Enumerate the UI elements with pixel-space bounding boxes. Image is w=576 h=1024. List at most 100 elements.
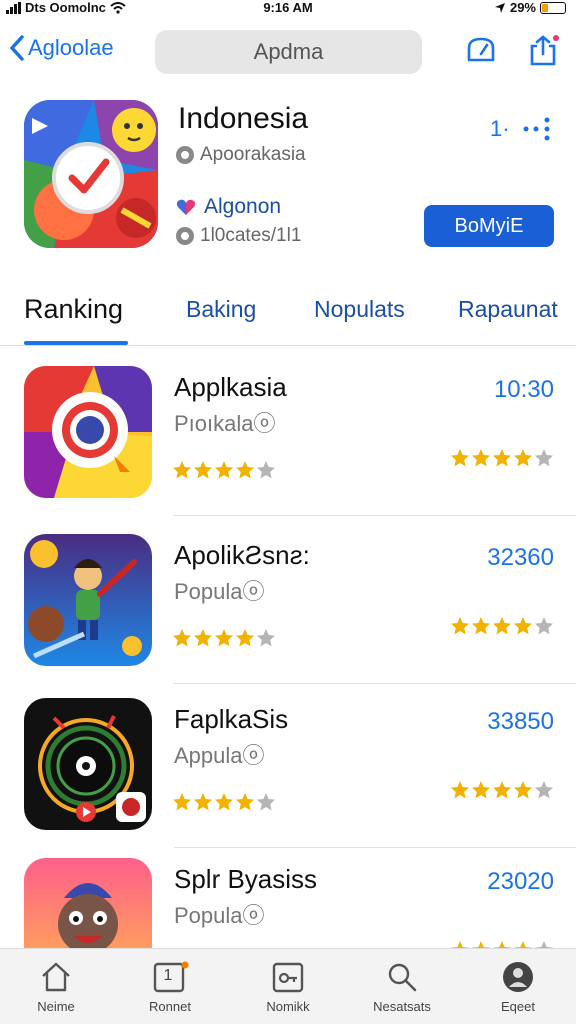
tabbar-label: Nesatsats bbox=[373, 999, 431, 1014]
get-button[interactable]: BoMyiE bbox=[424, 205, 554, 247]
star-filled-icon bbox=[236, 793, 254, 811]
star-filled-icon bbox=[472, 449, 490, 467]
app-subtitle: Apoorakasia bbox=[200, 144, 306, 165]
rating-stars-right bbox=[450, 448, 554, 468]
rating-stars-right bbox=[450, 780, 554, 800]
star-empty-icon bbox=[257, 793, 275, 811]
adventure-game-icon bbox=[24, 534, 152, 666]
tabbar-label: Ronnet bbox=[149, 999, 191, 1014]
app-count: 1l0cates/1l1 bbox=[200, 225, 302, 246]
item-category: Pıoıkalaⓞ bbox=[174, 411, 276, 436]
calendar-badge: 1 bbox=[163, 967, 173, 984]
tabbar-item-ronnet[interactable]: 1 Ronnet bbox=[120, 961, 220, 1014]
back-label: Agloolae bbox=[28, 35, 114, 60]
rating-stars-right bbox=[450, 616, 554, 636]
star-filled-icon bbox=[514, 781, 532, 799]
star-filled-icon bbox=[236, 629, 254, 647]
search-icon bbox=[388, 963, 417, 992]
gauge-icon[interactable] bbox=[464, 34, 498, 68]
list-item[interactable]: Applkasia Pıoıkalaⓞ 10:30 bbox=[0, 348, 576, 516]
category-icon bbox=[176, 146, 194, 164]
segment-tabs: Ranking Baking Nopulats Rapaunat bbox=[0, 290, 576, 346]
star-filled-icon bbox=[451, 617, 469, 635]
tabbar-item-nomikk[interactable]: Nomikk bbox=[238, 961, 338, 1014]
status-time: 9:16 AM bbox=[263, 0, 313, 15]
app-title: Indonesia bbox=[178, 102, 309, 135]
star-filled-icon bbox=[215, 793, 233, 811]
list-item[interactable]: FaplkaSis Appulaⓞ 33850 bbox=[0, 680, 576, 848]
bottom-tab-bar: Neime 1 Ronnet Nomikk Nesatsats Eqeet bbox=[0, 948, 576, 1024]
tabbar-item-profile[interactable]: Eqeet bbox=[468, 961, 568, 1014]
item-score: 10:30 bbox=[493, 376, 554, 403]
tab-nopulats[interactable]: Nopulats bbox=[314, 296, 405, 323]
count-row: 1l0cates/1l1 bbox=[176, 225, 301, 247]
star-filled-icon bbox=[493, 449, 511, 467]
star-filled-icon bbox=[194, 793, 212, 811]
battery-icon bbox=[540, 1, 566, 14]
chevron-left-icon bbox=[10, 35, 24, 61]
item-category: Appulaⓞ bbox=[174, 743, 265, 768]
battery-fill bbox=[542, 3, 549, 12]
tabbar-item-home[interactable]: Neime bbox=[6, 961, 106, 1014]
star-empty-icon bbox=[257, 461, 275, 479]
app-subtitle-row: Apoorakasia bbox=[176, 144, 306, 166]
location-icon bbox=[494, 2, 505, 13]
app-icon[interactable] bbox=[24, 100, 158, 248]
rating-stars-left bbox=[172, 792, 276, 812]
item-category: Populaⓞ bbox=[174, 579, 265, 604]
developer-name: Algonon bbox=[204, 195, 282, 218]
back-button[interactable]: Agloolae bbox=[8, 34, 114, 62]
tabbar-label: Nomikk bbox=[266, 999, 310, 1014]
item-score: 33850 bbox=[487, 708, 554, 735]
star-filled-icon bbox=[493, 781, 511, 799]
star-filled-icon bbox=[472, 617, 490, 635]
star-filled-icon bbox=[472, 781, 490, 799]
item-name: ApolikƧsnƨ: bbox=[174, 540, 310, 570]
star-filled-icon bbox=[173, 461, 191, 479]
tab-ranking[interactable]: Ranking bbox=[24, 294, 123, 325]
item-name: Applkasia bbox=[174, 372, 287, 402]
item-name: Splr Byasiss bbox=[174, 864, 318, 894]
star-filled-icon bbox=[194, 629, 212, 647]
star-filled-icon bbox=[173, 793, 191, 811]
browser-app-icon bbox=[24, 366, 152, 498]
more-icon[interactable] bbox=[520, 116, 550, 142]
status-right: 29% bbox=[494, 0, 566, 15]
status-bar: Dts Oomolnc 9:16 AM 29% bbox=[0, 0, 576, 22]
item-score: 32360 bbox=[487, 544, 554, 571]
star-filled-icon bbox=[514, 449, 532, 467]
battery-label: 29% bbox=[509, 0, 536, 15]
tab-rapaunat[interactable]: Rapaunat bbox=[458, 296, 558, 323]
star-filled-icon bbox=[236, 461, 254, 479]
profile-icon bbox=[503, 962, 533, 992]
star-filled-icon bbox=[215, 461, 233, 479]
key-icon bbox=[272, 962, 304, 993]
info-icon bbox=[176, 227, 194, 245]
star-empty-icon bbox=[257, 629, 275, 647]
developer-row[interactable]: Algonon bbox=[176, 195, 281, 219]
tab-indicator bbox=[24, 341, 128, 345]
item-score: 23020 bbox=[487, 868, 554, 895]
star-empty-icon bbox=[535, 617, 553, 635]
tabbar-label: Neime bbox=[37, 999, 75, 1014]
list-item[interactable]: ApolikƧsnƨ: Populaⓞ 32360 bbox=[0, 516, 576, 684]
music-disc-app-icon bbox=[24, 698, 152, 830]
nav-bar: Agloolae Apdma bbox=[0, 26, 576, 82]
star-filled-icon bbox=[514, 617, 532, 635]
star-empty-icon bbox=[535, 781, 553, 799]
home-icon bbox=[42, 962, 70, 992]
rating-stars-left bbox=[172, 460, 276, 480]
item-category: Populaⓞ bbox=[174, 903, 265, 928]
star-filled-icon bbox=[493, 617, 511, 635]
star-filled-icon bbox=[451, 781, 469, 799]
star-empty-icon bbox=[535, 449, 553, 467]
star-filled-icon bbox=[194, 461, 212, 479]
star-filled-icon bbox=[173, 629, 191, 647]
tabbar-item-search[interactable]: Nesatsats bbox=[352, 961, 452, 1014]
star-filled-icon bbox=[451, 449, 469, 467]
tabbar-label: Eqeet bbox=[501, 999, 535, 1014]
share-icon[interactable] bbox=[526, 34, 560, 68]
search-field[interactable]: Apdma bbox=[155, 30, 422, 74]
tab-baking[interactable]: Baking bbox=[186, 296, 256, 323]
item-name: FaplkaSis bbox=[174, 704, 289, 734]
